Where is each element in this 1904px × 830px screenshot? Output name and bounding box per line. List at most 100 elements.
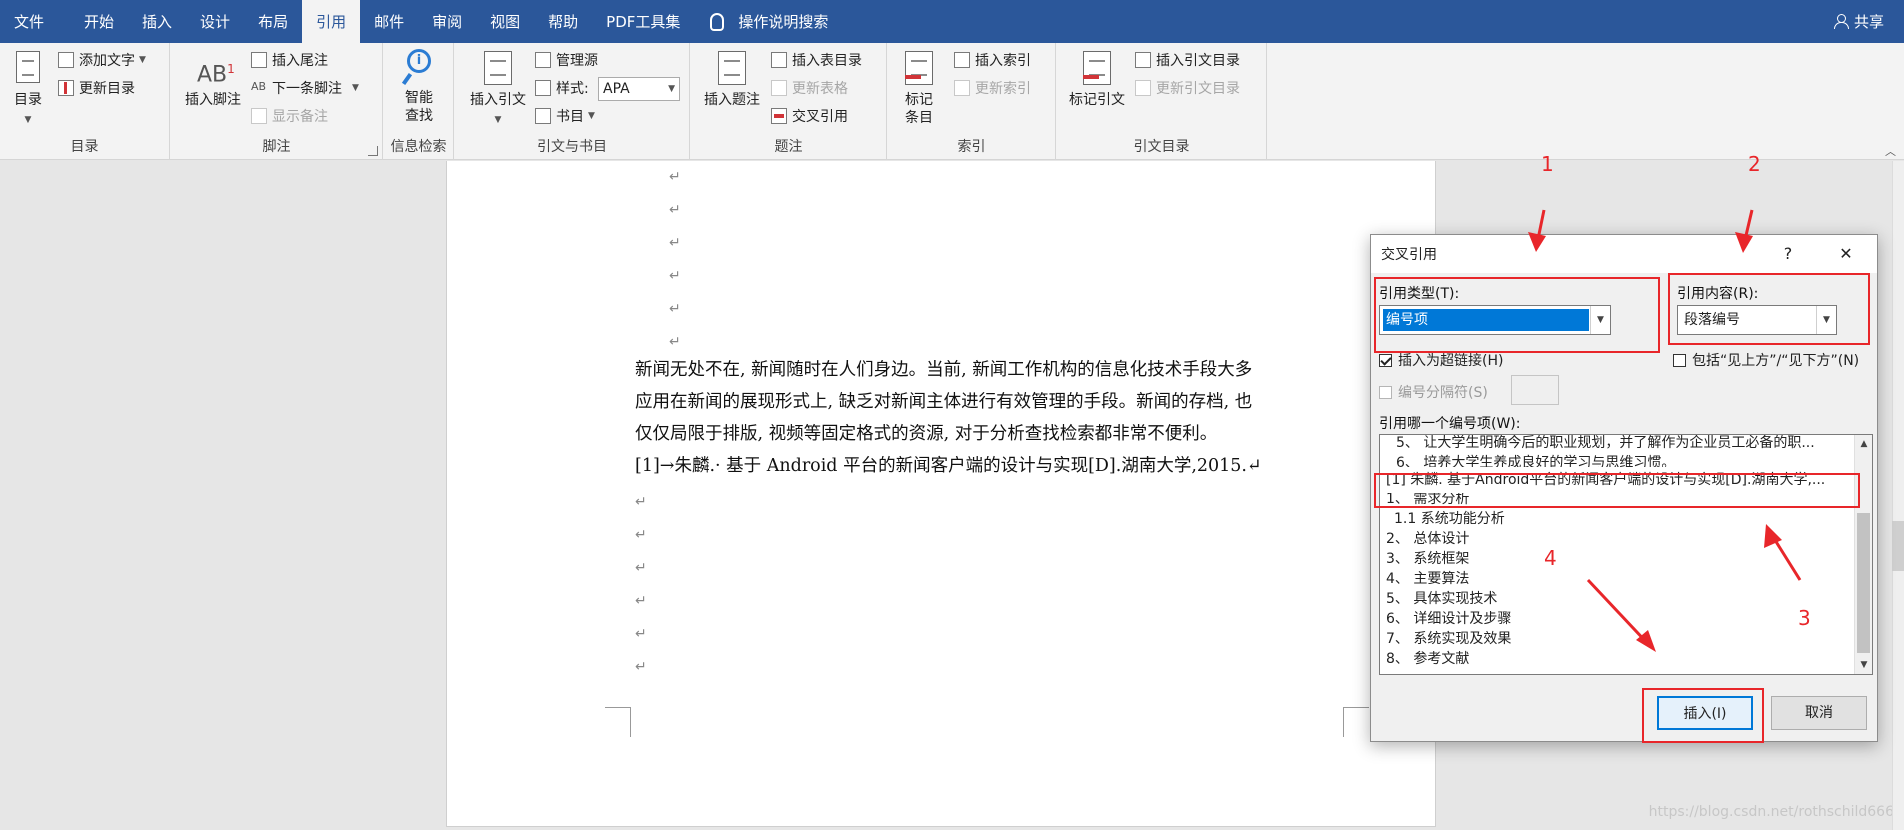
tab-file[interactable]: 文件: [0, 0, 70, 43]
cancel-button[interactable]: 取消: [1771, 696, 1867, 730]
paragraph-mark: ↵: [635, 626, 647, 642]
include-above-below-checkbox[interactable]: 包括“见上方”/“见下方”(N): [1673, 350, 1859, 370]
chevron-down-icon[interactable]: ▼: [1855, 656, 1872, 674]
bibliography-button[interactable]: 书目 ▼: [535, 105, 595, 127]
manage-sources-button[interactable]: 管理源: [535, 49, 598, 71]
style-icon: [535, 80, 551, 96]
for-which-label: 引用哪一个编号项(W):: [1379, 416, 1521, 432]
ribbon: 目录 ▼ 添加文字 ▼ 更新目录 目录 AB1 插入脚注 插入尾注 AB 下一条脚注…: [0, 43, 1904, 160]
tab-references[interactable]: 引用: [302, 0, 361, 43]
mark-citation-label: 标记引文: [1069, 92, 1125, 108]
insert-endnote-button[interactable]: 插入尾注: [251, 49, 328, 71]
tab-pdf-tools[interactable]: PDF工具集: [592, 0, 694, 43]
list-scrollbar-thumb[interactable]: [1857, 513, 1870, 653]
dialog-titlebar[interactable]: 交叉引用 ? ✕: [1371, 235, 1877, 273]
add-text-icon: [58, 52, 74, 68]
mark-entry-button[interactable]: 标记 条目: [896, 51, 942, 127]
add-text-label: 添加文字: [79, 53, 135, 69]
insert-toa-icon: [1135, 52, 1151, 68]
tab-view[interactable]: 视图: [476, 0, 534, 43]
vertical-scrollbar[interactable]: [1892, 161, 1904, 830]
style-label-row: 样式:: [535, 77, 589, 99]
annotation-number: 4: [1544, 546, 1557, 570]
tab-mailings[interactable]: 邮件: [360, 0, 418, 43]
show-notes-label: 显示备注: [272, 109, 328, 125]
list-scrollbar[interactable]: ▲ ▼: [1854, 435, 1872, 674]
group-citations: 插入引文 ▼ 管理源 样式: 书目 ▼ 引文与书目: [455, 43, 690, 160]
reference-line: [1]→朱麟.· 基于 Android 平台的新闻客户端的设计与实现[D].湖南…: [635, 456, 1262, 476]
scrollbar-thumb[interactable]: [1892, 521, 1904, 571]
tell-me-search[interactable]: 操作说明搜索: [710, 11, 828, 32]
update-table-button[interactable]: 更新表格: [771, 77, 848, 99]
list-item[interactable]: 7、 系统实现及效果: [1382, 629, 1854, 649]
list-item[interactable]: 8、 参考文献: [1382, 649, 1854, 669]
list-item[interactable]: 1.1 系统功能分析: [1382, 509, 1854, 529]
list-item[interactable]: 3、 系统框架: [1382, 549, 1854, 569]
annotation-number: 2: [1748, 152, 1761, 176]
mark-entry-label-1: 标记: [905, 92, 933, 108]
toc-button[interactable]: 目录 ▼: [8, 51, 48, 129]
update-toa-label: 更新引文目录: [1156, 81, 1240, 97]
style-label: 样式:: [556, 81, 589, 97]
annotation-box-insert-button: [1642, 688, 1764, 743]
mark-entry-label-2: 条目: [905, 110, 933, 126]
collapse-ribbon-icon[interactable]: ︿: [1885, 143, 1896, 159]
insert-toa-button[interactable]: 插入引文目录: [1135, 49, 1240, 71]
help-button[interactable]: ?: [1773, 239, 1803, 269]
cross-reference-button[interactable]: 交叉引用: [771, 105, 848, 127]
insert-caption-button[interactable]: 插入题注: [701, 51, 763, 109]
insert-footnote-button[interactable]: AB1 插入脚注: [181, 51, 245, 109]
smart-lookup-button[interactable]: i 智能 查找: [390, 49, 448, 125]
separator-input[interactable]: [1511, 375, 1559, 405]
toc-button-label: 目录: [14, 92, 42, 108]
list-item[interactable]: 4、 主要算法: [1382, 569, 1854, 589]
toc-icon: [12, 51, 44, 87]
footnote-icon: AB1: [197, 62, 235, 88]
annotation-number: 1: [1541, 152, 1554, 176]
add-text-button[interactable]: 添加文字 ▼: [58, 49, 146, 71]
manage-sources-label: 管理源: [556, 53, 598, 69]
list-item[interactable]: 6、 详细设计及步骤: [1382, 609, 1854, 629]
checkbox-unchecked-icon: [1379, 385, 1392, 399]
list-item[interactable]: 5、 具体实现技术: [1382, 589, 1854, 609]
tab-insert[interactable]: 插入: [128, 0, 186, 43]
close-icon[interactable]: ✕: [1831, 239, 1861, 269]
list-item[interactable]: 2、 总体设计: [1382, 529, 1854, 549]
tab-layout[interactable]: 布局: [244, 0, 302, 43]
next-footnote-button[interactable]: AB 下一条脚注 ▼: [251, 77, 359, 99]
smart-lookup-icon: i: [401, 49, 435, 86]
insert-citation-button[interactable]: 插入引文 ▼: [467, 51, 529, 129]
chevron-up-icon[interactable]: ▲: [1855, 435, 1872, 453]
insert-endnote-label: 插入尾注: [272, 53, 328, 69]
group-label-research: 信息检索: [390, 139, 447, 155]
share-button[interactable]: 共享: [1833, 0, 1884, 43]
mark-citation-button[interactable]: 标记引文: [1065, 51, 1129, 109]
list-item[interactable]: 5、 让大学生明确今后的职业规划，并了解作为企业员工必备的职...: [1382, 435, 1854, 453]
paragraph-mark: ↵: [669, 334, 681, 350]
update-toa-button[interactable]: 更新引文目录: [1135, 77, 1240, 99]
show-notes-button[interactable]: 显示备注: [251, 105, 328, 127]
annotation-box-reference-content: [1668, 273, 1870, 345]
tab-home[interactable]: 开始: [70, 0, 128, 43]
include-above-below-label: 包括“见上方”/“见下方”(N): [1692, 353, 1860, 369]
person-icon: [1833, 14, 1849, 29]
tab-help[interactable]: 帮助: [534, 0, 592, 43]
separate-numbers-checkbox[interactable]: 编号分隔符(S): [1379, 382, 1488, 402]
document-page[interactable]: ↵ ↵ ↵ ↵ ↵ ↵ 新闻无处不在, 新闻随时在人们身边。当前, 新闻工作机构…: [446, 161, 1436, 827]
checkbox-unchecked-icon: [1673, 353, 1686, 367]
insert-as-hyperlink-checkbox[interactable]: 插入为超链接(H): [1379, 350, 1503, 370]
tab-review[interactable]: 审阅: [418, 0, 476, 43]
group-index: 标记 条目 插入索引 更新索引 索引: [888, 43, 1056, 160]
bibliography-label: 书目: [556, 109, 584, 125]
update-toc-button[interactable]: 更新目录: [58, 77, 135, 99]
document-body-text[interactable]: 新闻无处不在, 新闻随时在人们身边。当前, 新闻工作机构的信息化技术手段大多 应…: [635, 354, 1375, 482]
list-item[interactable]: 6、 培养大学生养成良好的学习与思维习惯。: [1382, 453, 1854, 467]
annotation-box-reference-type: [1374, 277, 1660, 353]
numbered-items-list[interactable]: 5、 让大学生明确今后的职业规划，并了解作为企业员工必备的职... 6、 培养大…: [1379, 434, 1873, 675]
insert-index-button[interactable]: 插入索引: [954, 49, 1031, 71]
insert-table-of-figures-button[interactable]: 插入表目录: [771, 49, 862, 71]
update-index-button[interactable]: 更新索引: [954, 77, 1031, 99]
update-toa-icon: [1135, 80, 1151, 96]
tab-design[interactable]: 设计: [186, 0, 244, 43]
style-select[interactable]: APA ▼: [598, 77, 680, 101]
